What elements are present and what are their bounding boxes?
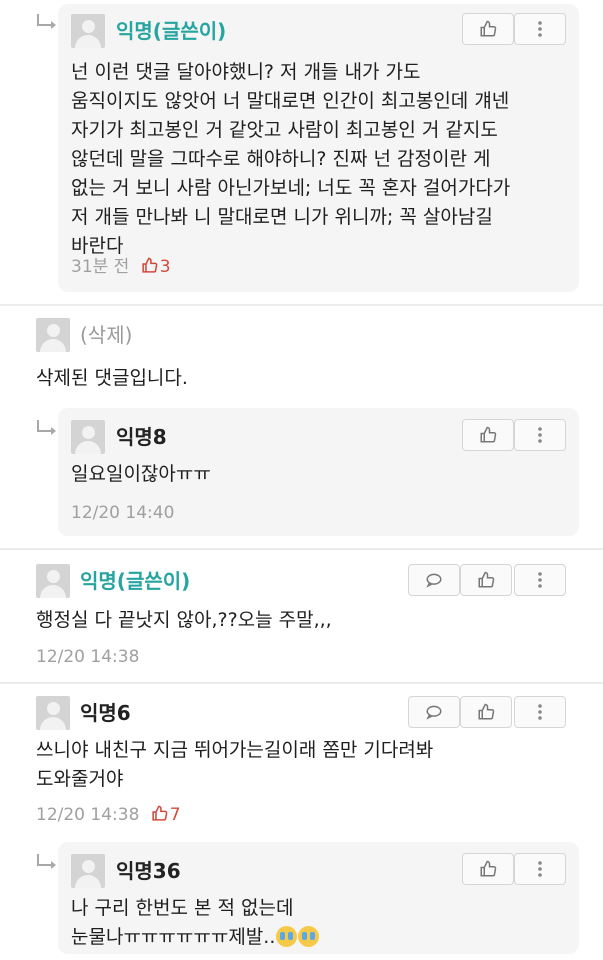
like-button[interactable] — [460, 696, 512, 728]
avatar — [36, 318, 70, 352]
reply-arrow-icon — [37, 14, 56, 29]
comment-text: 삭제된 댓글입니다. — [36, 367, 188, 389]
more-vertical-icon — [538, 861, 542, 877]
avatar — [36, 696, 70, 730]
avatar — [71, 14, 105, 48]
avatar — [71, 420, 105, 454]
like-count: 7 — [151, 805, 181, 825]
comment-deleted: (삭제) 삭제된 댓글입니다. — [0, 306, 603, 396]
speech-bubble-icon — [426, 573, 442, 588]
comment-text: 넌 이런 댓글 달아야했니? 저 개들 내가 가도 움직이지도 않앗어 너 말대… — [71, 61, 511, 257]
reply-arrow-icon — [37, 854, 56, 869]
comment-author-name: (삭제) — [80, 323, 133, 347]
comment-reply: 익명36 나 구리 한번도 본 적 없는데 눈물나ㅠㅠㅠㅠㅠㅠ제발.. — [0, 836, 603, 960]
like-button[interactable] — [460, 564, 512, 596]
reply-button[interactable] — [408, 696, 460, 728]
comment-author-name: 익명(글쓴이) — [116, 19, 227, 43]
comment-author-name: 익명6 — [80, 701, 131, 725]
comment-time: 12/20 14:38 — [36, 647, 140, 667]
reply-arrow-icon — [37, 420, 56, 435]
crying-face-emoji — [276, 926, 298, 947]
thumbs-up-icon — [480, 426, 497, 443]
comment-author-name: 익명(글쓴이) — [80, 569, 191, 593]
more-button[interactable] — [514, 564, 566, 596]
comment-text: 쓰니야 내친구 지금 뛰어가는길이래 쫌만 기다려봐 도와줄거야 — [36, 739, 434, 790]
comment-meta: 31분 전 3 — [71, 256, 171, 278]
comment-reply: 익명8 일요일이잖아ㅠㅠ 12/20 14:40 — [0, 400, 603, 542]
more-button[interactable] — [514, 696, 566, 728]
like-button[interactable] — [462, 13, 514, 45]
like-count: 3 — [141, 257, 171, 277]
avatar — [71, 854, 105, 888]
more-vertical-icon — [538, 427, 542, 443]
more-vertical-icon — [538, 704, 542, 720]
thumbs-up-icon — [152, 805, 168, 821]
more-vertical-icon — [538, 572, 542, 588]
thumbs-up-icon — [478, 703, 495, 720]
thumbs-up-icon — [478, 571, 495, 588]
comment-text: 행정실 다 끝낫지 않아,??오늘 주말,,, — [36, 609, 332, 631]
more-button[interactable] — [514, 419, 566, 451]
more-button[interactable] — [514, 853, 566, 885]
comment-author-name: 익명36 — [116, 859, 181, 883]
thumbs-up-icon — [480, 20, 497, 37]
comment: 익명(글쓴이) 행정실 다 끝낫지 않아,??오늘 주말,,, 12/20 14… — [0, 550, 603, 682]
comment-author-name: 익명8 — [116, 425, 167, 449]
like-button[interactable] — [462, 419, 514, 451]
thumbs-up-icon — [142, 257, 158, 273]
comment: 익명6 쓰니야 내친구 지금 뛰어가는길이래 쫌만 기다려봐 도와줄거야 12/… — [0, 684, 603, 834]
more-vertical-icon — [538, 21, 542, 37]
reply-button[interactable] — [408, 564, 460, 596]
comment-time: 12/20 14:40 — [71, 503, 175, 523]
comment-time: 31분 전 — [71, 257, 130, 277]
avatar — [36, 564, 70, 598]
crying-face-emoji — [298, 926, 320, 947]
more-button[interactable] — [514, 13, 566, 45]
comment-text: 일요일이잖아ㅠㅠ — [71, 463, 211, 485]
speech-bubble-icon — [426, 705, 442, 720]
comment-text: 나 구리 한번도 본 적 없는데 눈물나ㅠㅠㅠㅠㅠㅠ제발.. — [71, 894, 320, 952]
thumbs-up-icon — [480, 860, 497, 877]
comment-meta: 12/20 14:38 7 — [36, 804, 181, 826]
like-button[interactable] — [462, 853, 514, 885]
comment-time: 12/20 14:38 — [36, 805, 140, 825]
comment-reply: 익명(글쓴이) 넌 이런 댓글 달아야했니? 저 개들 내가 가도 움직이지도 … — [0, 0, 603, 300]
